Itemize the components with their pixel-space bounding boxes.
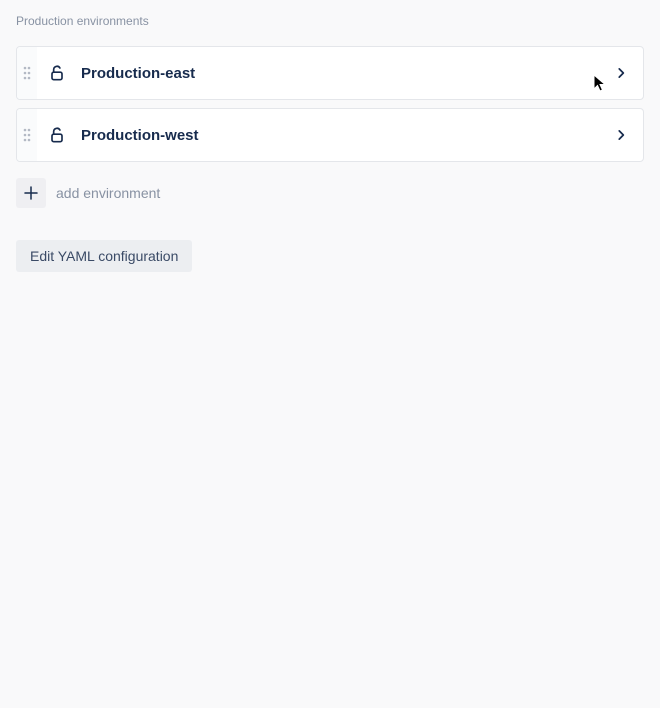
env-item[interactable]: Production-west: [16, 108, 644, 162]
env-list: Production-east Production-we: [16, 46, 644, 162]
env-item[interactable]: Production-east: [16, 46, 644, 100]
env-name: Production-east: [81, 65, 195, 82]
env-name: Production-west: [81, 127, 199, 144]
expand-button[interactable]: [609, 61, 633, 85]
edit-yaml-button[interactable]: Edit YAML configuration: [16, 240, 192, 272]
section-title: Production environments: [16, 14, 644, 28]
expand-button[interactable]: [609, 123, 633, 147]
drag-handle[interactable]: [17, 109, 37, 161]
drag-dots-icon: [23, 127, 31, 143]
chevron-right-icon: [614, 66, 628, 80]
drag-dots-icon: [23, 65, 31, 81]
plus-icon-box: [16, 178, 46, 208]
plus-icon: [22, 184, 40, 202]
add-environment-button[interactable]: add environment: [16, 178, 644, 208]
lock-open-icon: [47, 63, 67, 83]
chevron-right-icon: [614, 128, 628, 142]
add-environment-label: add environment: [56, 185, 160, 201]
drag-handle[interactable]: [17, 47, 37, 99]
lock-open-icon: [47, 125, 67, 145]
